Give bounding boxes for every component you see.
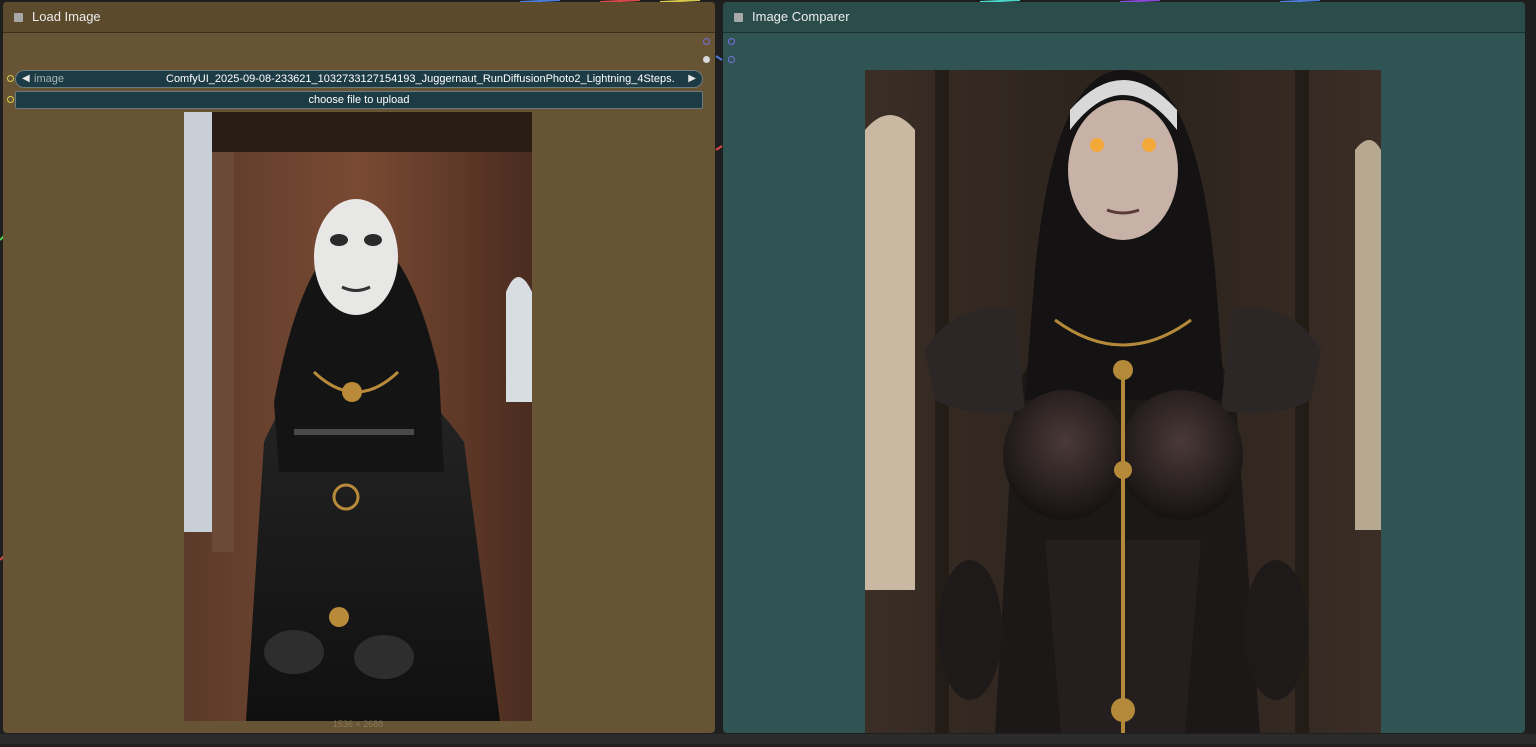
next-arrow-icon[interactable]: ▶ — [688, 71, 696, 87]
image-comparer-node[interactable]: Image Comparer — [723, 2, 1525, 733]
choose-file-upload-button[interactable]: choose file to upload — [15, 91, 703, 109]
output-slot-image[interactable] — [703, 38, 710, 45]
node-title: Image Comparer — [752, 9, 850, 24]
collapse-toggle-icon[interactable] — [734, 13, 743, 22]
image-filename-value[interactable]: ComfyUI_2025-09-08-233621_10327331271541… — [166, 71, 674, 87]
node-title: Load Image — [32, 9, 101, 24]
comparer-image-preview[interactable] — [865, 70, 1381, 733]
image-combo-widget[interactable]: ◀ image ComfyUI_2025-09-08-233621_103273… — [15, 70, 703, 88]
masked-figure-image — [184, 112, 532, 721]
widget-input-slot-upload[interactable] — [7, 96, 14, 103]
input-slot-image-a[interactable] — [728, 38, 735, 45]
load-image-title-bar[interactable]: Load Image — [3, 2, 715, 33]
image-widget-label: image — [34, 73, 64, 85]
load-image-node[interactable]: Load Image ◀ image ComfyUI_2025-09-08-23… — [3, 2, 715, 733]
image-comparer-title-bar[interactable]: Image Comparer — [723, 2, 1525, 33]
armored-figure-image — [865, 70, 1381, 733]
image-dimensions-label: 1536 × 2688 — [332, 719, 384, 729]
output-slot-mask[interactable] — [703, 56, 710, 63]
input-slot-image-b[interactable] — [728, 56, 735, 63]
widget-input-slot-image[interactable] — [7, 75, 14, 82]
previous-arrow-icon[interactable]: ◀ — [22, 71, 30, 87]
collapse-toggle-icon[interactable] — [14, 13, 23, 22]
load-image-preview — [184, 112, 532, 721]
